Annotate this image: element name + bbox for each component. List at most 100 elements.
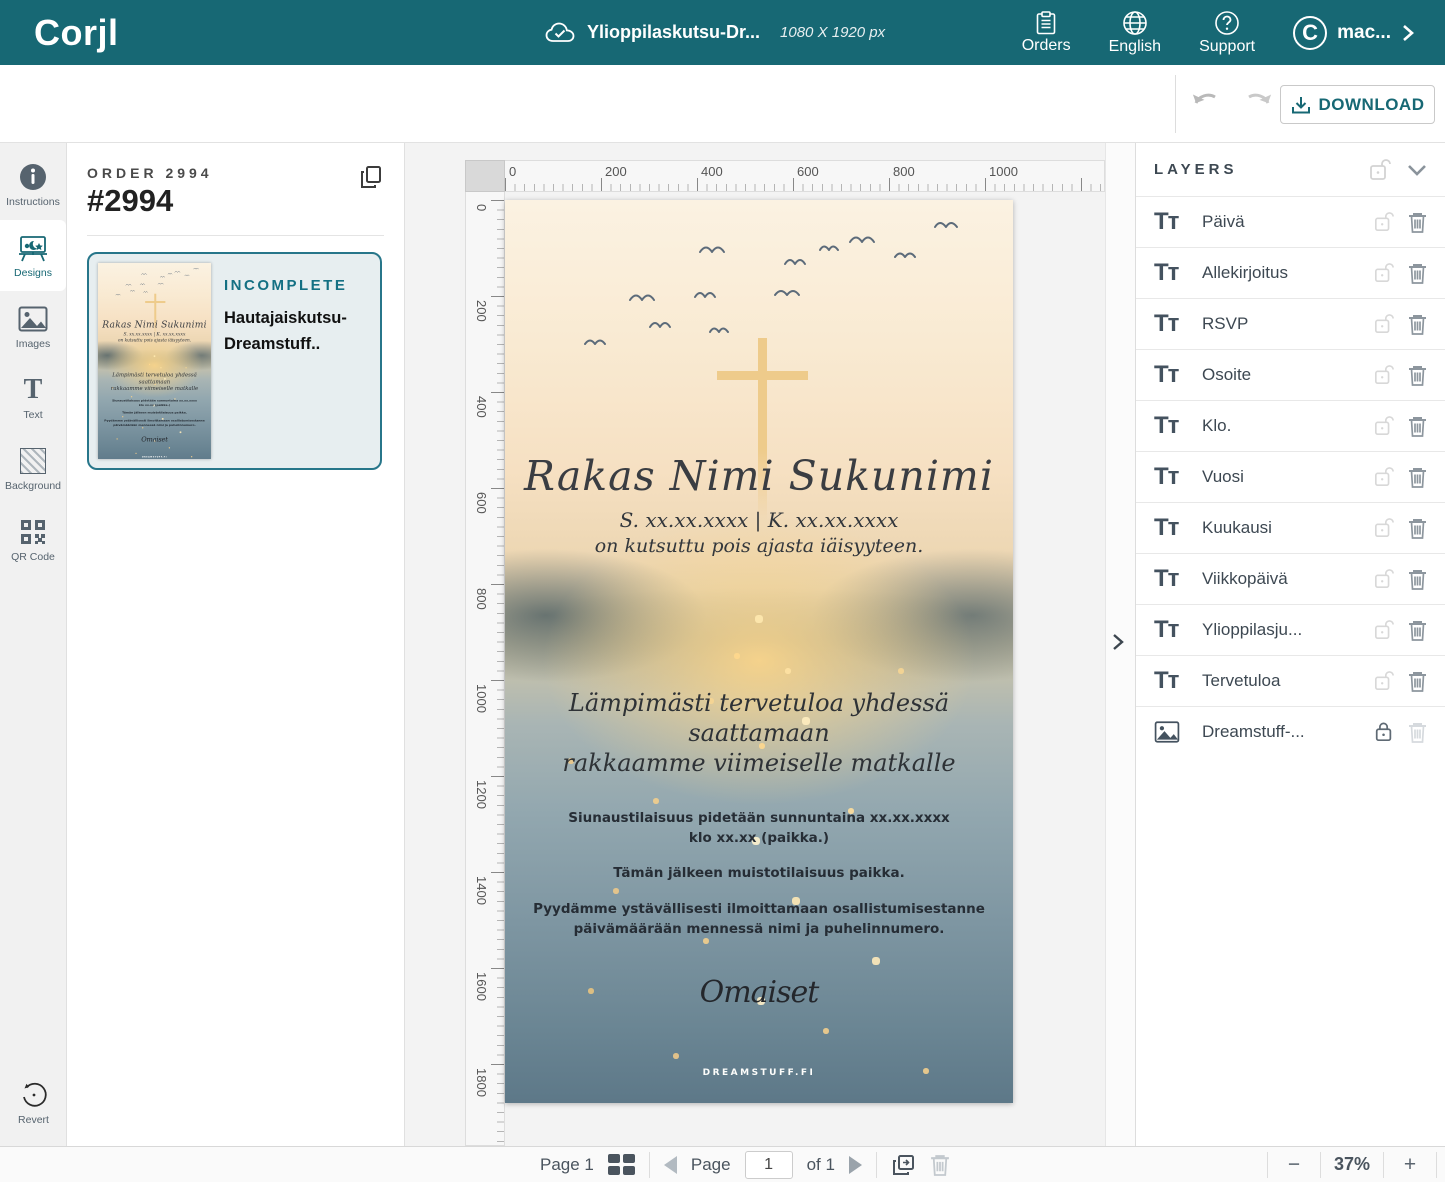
trash-icon[interactable] (1408, 619, 1427, 641)
sidebar-item-text[interactable]: T Text (0, 362, 66, 433)
lock-all-icon[interactable] (1369, 158, 1391, 182)
trash-icon[interactable] (1408, 211, 1427, 233)
lock-icon[interactable] (1374, 517, 1394, 539)
nav-language[interactable]: English (1109, 10, 1161, 56)
order-label: ORDER 2994 (87, 165, 213, 181)
left-tool-rail: Instructions Designs (0, 143, 67, 1146)
canvas-area[interactable]: 0 200 400 600 800 1000 0 200 400 600 800… (405, 143, 1105, 1146)
account-menu[interactable]: C mac... (1293, 16, 1415, 50)
lock-icon[interactable] (1374, 211, 1394, 233)
layer-row-tervetuloa[interactable]: Tт Tervetuloa (1136, 655, 1445, 706)
sidebar-item-background[interactable]: Background (0, 433, 66, 504)
trash-icon[interactable] (1408, 568, 1427, 590)
previous-page-button[interactable] (664, 1156, 677, 1174)
poster-called-text[interactable]: on kutsuttu pois ajasta iäisyyteen. (505, 535, 1013, 557)
delete-page-icon-disabled (930, 1153, 950, 1176)
text-layer-icon: Tт (1154, 616, 1188, 644)
vertical-ruler: 0 200 400 600 800 1000 1200 1400 1600 18… (465, 192, 505, 1146)
layer-row-klo[interactable]: Tт Klo. (1136, 400, 1445, 451)
design-name: Hautajaiskutsu-Dreamstuff.. (224, 306, 394, 357)
page-of-label: of 1 (807, 1155, 835, 1175)
nav-orders[interactable]: Orders (1022, 11, 1071, 55)
lock-icon[interactable] (1374, 568, 1394, 590)
text-layer-icon: Tт (1154, 208, 1188, 236)
lock-icon[interactable] (1374, 415, 1394, 437)
sidebar-item-label: QR Code (11, 551, 55, 563)
panel-collapse-rail (1105, 143, 1135, 1146)
account-name: mac... (1337, 22, 1391, 44)
design-card[interactable]: Rakas Nimi Sukunimi S. xx.xx.xxxx | K. x… (87, 252, 382, 470)
zoom-level: 37% (1321, 1154, 1383, 1175)
layer-row-dreamstuff-image[interactable]: Dreamstuff-... (1136, 706, 1445, 757)
layer-row-viikkopaiva[interactable]: Tт Viikkopäivä (1136, 553, 1445, 604)
lock-icon[interactable] (1374, 364, 1394, 386)
poster-name-text[interactable]: Rakas Nimi Sukunimi (505, 452, 1013, 500)
layer-row-rsvp[interactable]: Tт RSVP (1136, 298, 1445, 349)
layer-row-osoite[interactable]: Tт Osoite (1136, 349, 1445, 400)
text-layer-icon: Tт (1154, 667, 1188, 695)
sidebar-item-instructions[interactable]: Instructions (0, 149, 66, 220)
layer-row-paiva[interactable]: Tт Päivä (1136, 196, 1445, 247)
revert-label: Revert (18, 1114, 49, 1126)
nav-support[interactable]: Support (1199, 10, 1255, 56)
poster-rsvp-text[interactable]: Pyydämme ystävällisesti ilmoittamaan osa… (505, 900, 1013, 939)
lock-icon[interactable] (1374, 619, 1394, 641)
zoom-out-button[interactable]: − (1268, 1153, 1320, 1177)
trash-icon[interactable] (1408, 364, 1427, 386)
page-label: Page (691, 1155, 731, 1175)
poster-signature-text: Omaiset (98, 435, 211, 443)
page-number-input[interactable] (745, 1151, 793, 1179)
poster-called-text: on kutsuttu pois ajasta iäisyyteen. (98, 338, 211, 343)
globe-icon (1122, 10, 1148, 36)
trash-icon[interactable] (1408, 415, 1427, 437)
poster-name-text: Rakas Nimi Sukunimi (98, 319, 211, 330)
lock-icon[interactable] (1374, 466, 1394, 488)
nav-support-label: Support (1199, 38, 1255, 56)
poster-memorial-text[interactable]: Tämän jälkeen muistotilaisuus paikka. (505, 864, 1013, 884)
design-canvas-page[interactable]: Rakas Nimi Sukunimi S. xx.xx.xxxx | K. x… (505, 200, 1013, 1103)
trash-icon[interactable] (1408, 262, 1427, 284)
layer-row-allekirjoitus[interactable]: Tт Allekirjoitus (1136, 247, 1445, 298)
copy-order-icon[interactable] (360, 165, 382, 189)
layer-row-kuukausi[interactable]: Tт Kuukausi (1136, 502, 1445, 553)
toolbar-divider (1175, 75, 1176, 133)
duplicate-page-icon[interactable] (891, 1153, 916, 1177)
trash-icon[interactable] (1408, 466, 1427, 488)
page-bar: Page 1 Page of 1 − 37% + (0, 1146, 1445, 1182)
orders-clipboard-icon (1036, 11, 1056, 35)
poster-rsvp-text: Pyydämme ystävällisesti ilmoittamaan osa… (98, 419, 211, 428)
sidebar-item-images[interactable]: Images (0, 291, 66, 362)
lock-closed-icon[interactable] (1374, 721, 1394, 743)
layer-row-vuosi[interactable]: Tт Vuosi (1136, 451, 1445, 502)
undo-button[interactable] (1192, 89, 1224, 115)
poster-dates-text[interactable]: S. xx.xx.xxxx | K. xx.xx.xxxx (505, 508, 1013, 532)
horizontal-ruler: 0 200 400 600 800 1000 (505, 160, 1105, 192)
sidebar-item-qr-code[interactable]: QR Code (0, 504, 66, 575)
info-icon (19, 162, 47, 192)
document-title[interactable]: Ylioppilaskutsu-Dr... (587, 22, 760, 43)
pages-overview-icon[interactable] (608, 1154, 635, 1175)
zoom-in-button[interactable]: + (1384, 1153, 1436, 1177)
poster-blessing-text[interactable]: Siunaustilaisuus pidetään sunnuntaina xx… (505, 809, 1013, 848)
revert-button[interactable]: Revert (0, 1067, 67, 1138)
chevron-down-icon[interactable] (1407, 163, 1427, 177)
birds-illustration (550, 222, 970, 362)
collapse-layers-icon[interactable] (1109, 631, 1127, 653)
layer-row-ylioppilasju[interactable]: Tт Ylioppilasju... (1136, 604, 1445, 655)
image-layer-icon (1154, 721, 1188, 743)
poster-welcome-text[interactable]: Lämpimästi tervetuloa yhdessäsaattamaanr… (505, 688, 1013, 779)
redo-button[interactable] (1240, 89, 1272, 115)
trash-icon[interactable] (1408, 517, 1427, 539)
trash-icon[interactable] (1408, 670, 1427, 692)
sidebar-item-label: Text (23, 409, 42, 421)
lock-icon[interactable] (1374, 262, 1394, 284)
lock-icon[interactable] (1374, 313, 1394, 335)
trash-icon[interactable] (1408, 313, 1427, 335)
poster-signature-text[interactable]: Omaiset (505, 975, 1013, 1010)
text-layer-icon: Tт (1154, 361, 1188, 389)
download-button[interactable]: DOWNLOAD (1280, 85, 1435, 124)
sidebar-item-designs[interactable]: Designs (0, 220, 66, 291)
page-indicator: Page 1 (540, 1155, 594, 1175)
next-page-button[interactable] (849, 1156, 862, 1174)
lock-icon[interactable] (1374, 670, 1394, 692)
